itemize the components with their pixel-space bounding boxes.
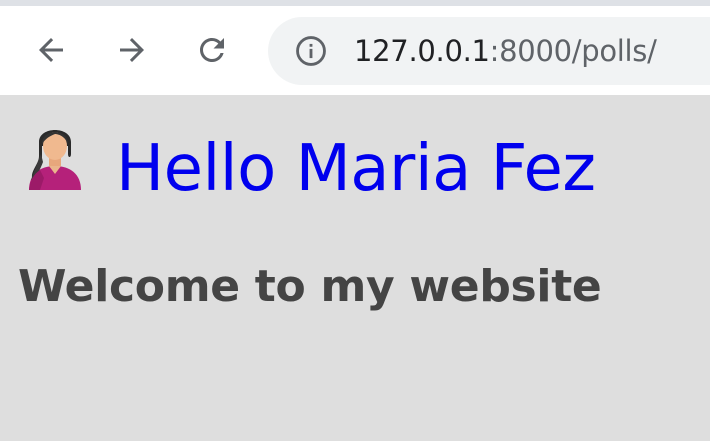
forward-button[interactable]	[112, 30, 152, 70]
back-button[interactable]	[31, 30, 71, 70]
page-content: Hello Maria Fez Welcome to my website	[0, 95, 710, 441]
url-text[interactable]: 127.0.0.1:8000/polls/	[354, 31, 657, 71]
reload-icon	[200, 38, 224, 62]
forward-arrow-icon	[120, 38, 144, 62]
url-host: 127.0.0.1	[354, 34, 490, 68]
info-circle-icon[interactable]	[294, 34, 328, 68]
greeting-heading: Hello Maria Fez	[116, 132, 596, 206]
welcome-heading: Welcome to my website	[18, 261, 602, 312]
url-path: :8000/polls/	[489, 34, 657, 68]
back-arrow-icon	[39, 38, 63, 62]
woman-user-avatar-icon	[22, 118, 88, 190]
browser-toolbar: 127.0.0.1:8000/polls/	[0, 6, 710, 95]
address-bar[interactable]: 127.0.0.1:8000/polls/	[268, 17, 710, 85]
browser-window: 127.0.0.1:8000/polls/ Hello Maria Fez We…	[0, 0, 710, 441]
reload-button[interactable]	[192, 30, 232, 70]
